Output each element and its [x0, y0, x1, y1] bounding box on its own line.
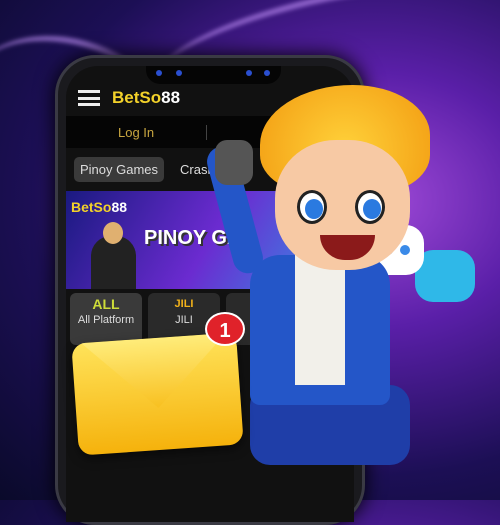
platform-all[interactable]: ALL All Platform [70, 293, 142, 345]
login-button[interactable]: Log In [66, 125, 206, 140]
platform-logo: ALL [92, 296, 120, 312]
brand-number: 88 [161, 88, 181, 107]
brand-logo: BetSo88 [112, 88, 180, 108]
banner-logo: BetSo88 [71, 199, 127, 215]
phone-notch [146, 66, 281, 84]
notification-badge: 1 [205, 312, 245, 346]
banner-number: 88 [111, 199, 128, 215]
mascot-eye [297, 190, 327, 224]
mascot-mouth [320, 235, 375, 260]
mascot-face [275, 140, 410, 270]
mascot-eye [355, 190, 385, 224]
brand-name: BetSo [112, 88, 162, 107]
platform-label: All Platform [77, 314, 135, 326]
mascot-body [250, 255, 390, 405]
envelope-icon [71, 332, 244, 456]
mascot-character [203, 85, 435, 505]
banner-brand: BetSo [71, 199, 112, 215]
platform-logo: JILI [174, 298, 194, 310]
mascot-fist [215, 140, 253, 185]
banner-person-image [91, 222, 136, 289]
tab-pinoy-games[interactable]: Pinoy Games [74, 157, 165, 182]
hamburger-menu-icon[interactable] [78, 90, 100, 106]
